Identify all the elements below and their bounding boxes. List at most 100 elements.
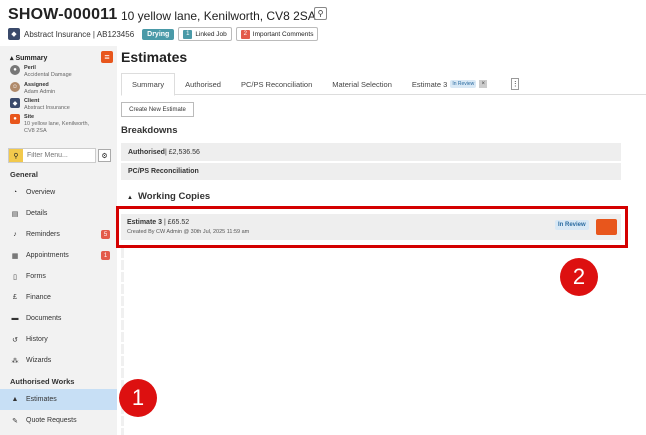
linked-job-button[interactable]: 1 Linked Job [178,27,232,41]
peril-label: Peril [24,65,36,71]
tab-pcps-reconciliation[interactable]: PC/PS Reconciliation [231,73,322,95]
nav-item-wizards[interactable]: ⁂ Wizards [0,350,117,371]
wand-icon: ⁂ [11,357,19,365]
job-address: 10 yellow lane, Kenilworth, CV8 2SA [121,9,316,23]
summary-title: Summary [15,55,48,62]
folder-icon: ▬ [11,315,19,322]
tab-material-selection[interactable]: Material Selection [322,73,402,95]
tab-authorised[interactable]: Authorised [175,73,231,95]
nav-section-authorised-works: Authorised Works [10,377,75,386]
site-value-line2: CV8 2SA [24,128,47,134]
comments-label: Important Comments [252,30,314,38]
sidebar: ▴ Summary ≡ ● Peril Accidental Damage ☺ A… [0,46,117,435]
map-pin-icon: ⚲ [317,9,324,18]
estimate-tabs: Summary Authorised PC/PS Reconciliation … [121,73,646,96]
nav-item-reminders[interactable]: ♪ Reminders 5 [0,224,117,245]
nav-item-overview[interactable]: ◔ Overview [0,182,117,203]
nav-label: Details [26,210,48,217]
close-icon[interactable]: × [479,80,488,88]
nav-label: Wizards [26,357,52,364]
hamburger-icon: ≡ [104,52,110,62]
client-name: Abstract Insurance | AB123456 [24,29,135,39]
nav-label: Estimates [26,396,57,403]
peril-icon: ● [10,65,20,75]
assigned-value: Adam Admin [24,89,56,95]
pcps-breakdown[interactable]: PC/PS Reconciliation [121,163,621,180]
search-icon: ⚲ [9,149,23,162]
linked-label: Linked Job [195,30,227,38]
nav-item-finance[interactable]: £ Finance [0,287,117,308]
site-pin-icon: ● [10,114,20,124]
step-marker-2: 2 [560,258,598,296]
nav-label: History [26,336,48,343]
tab-summary[interactable]: Summary [121,73,176,96]
filter-menu-input[interactable] [23,152,93,159]
nav-item-appointments[interactable]: ▦ Appointments 1 [0,245,117,266]
nav-item-quote-requests[interactable]: ✎ Quote Requests [0,410,117,431]
client-value: Abstract Insurance [24,105,70,111]
caret-up-icon[interactable]: ▲ [127,195,133,201]
job-id: SHOW-000011 [8,6,118,23]
pound-icon: £ [13,294,17,301]
nav-item-history[interactable]: ↺ History [0,329,117,350]
create-new-estimate-button[interactable]: Create New Estimate [121,102,194,117]
summary-header[interactable]: ▴ Summary [10,54,47,62]
reminders-count-badge: 5 [101,230,110,239]
working-copies-heading: Working Copies [138,191,211,202]
gear-icon: ⚙ [101,152,108,160]
filter-menu: ⚲ [8,148,96,163]
nav-label: Appointments [26,252,69,259]
nav-item-estimates[interactable]: ▲ Estimates [0,389,117,410]
nav-label: Overview [26,189,56,196]
appointments-count-badge: 1 [101,251,110,260]
highlight-box [116,206,628,248]
nav-section-general: General [10,170,38,179]
kebab-icon: ⋮ [511,81,519,88]
map-pin-button[interactable]: ⚲ [314,7,327,20]
summary-client: ◆ Client Abstract Insurance [10,98,70,112]
summary-assigned: ☺ Assigned Adam Admin [10,82,55,96]
nav-item-details[interactable]: ▤ Details [0,203,117,224]
authorised-breakdown[interactable]: Authorised | £2,536.56 [121,143,621,161]
status-badge[interactable]: Drying [142,28,175,40]
job-header: SHOW-000011 10 yellow lane, Kenilworth, … [0,0,646,46]
bell-service-icon: ▲ [11,396,19,403]
nav-item-documents[interactable]: ▬ Documents [0,308,117,329]
avatar: ☺ [10,82,20,92]
step-marker-1: 1 [119,379,157,417]
file-icon: ▯ [13,273,17,281]
peril-value: Accidental Damage [24,72,72,78]
menu-toggle-button[interactable]: ≡ [101,51,113,63]
tab-label: Estimate 3 [411,79,448,89]
tab-status-badge: In Review [450,80,477,88]
tab-estimate-3[interactable]: Estimate 3 In Review × [402,73,497,95]
client-icon: ◆ [10,98,20,108]
summary-site: ● Site 10 yellow lane, Kenilworth, CV8 2SA [10,114,89,135]
nav-label: Quote Requests [26,417,77,424]
client-logo-icon: ◆ [8,28,20,40]
important-comments-button[interactable]: 2 Important Comments [235,27,319,41]
site-label: Site [24,114,35,120]
pen-icon: ✎ [12,417,18,425]
linked-count: 1 [183,29,193,39]
client-row: ◆ Abstract Insurance | AB123456 Drying 1… [8,27,319,41]
history-icon: ↺ [12,336,18,344]
comments-count: 2 [240,29,250,39]
assigned-label: Assigned [24,82,49,88]
nav-item-forms[interactable]: ▯ Forms [0,266,117,287]
client-label: Client [24,98,40,104]
settings-button[interactable]: ⚙ [98,149,111,162]
pcps-label: PC/PS Reconciliation [128,168,199,175]
summary-peril: ● Peril Accidental Damage [10,65,72,79]
authorised-value: | £2,536.56 [164,148,200,156]
nav-label: Documents [26,315,62,322]
nav-label: Forms [26,273,46,280]
bell-icon: ♪ [13,231,17,238]
page-title: Estimates [121,49,188,65]
more-options-button[interactable]: ⋮ [511,78,520,90]
clipboard-icon: ▤ [11,210,19,218]
breakdowns-heading: Breakdowns [121,125,178,136]
calendar-icon: ▦ [11,252,19,260]
nav-label: Finance [26,294,51,301]
authorised-label: Authorised [128,148,165,156]
